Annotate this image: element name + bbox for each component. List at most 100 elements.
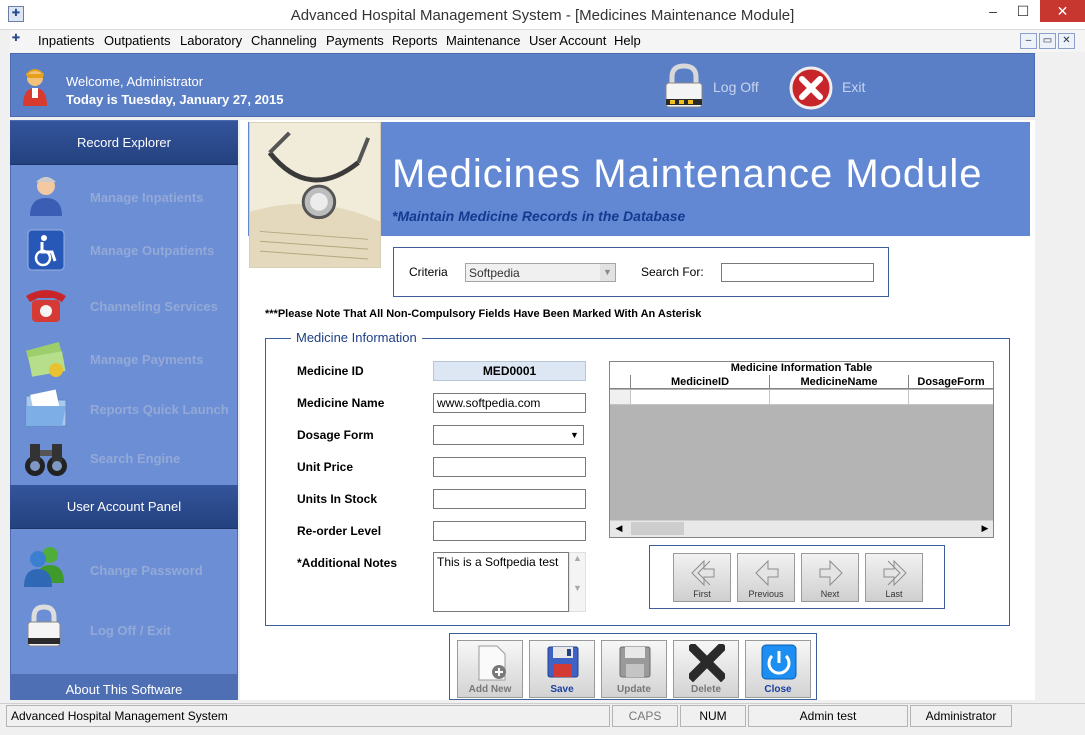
user-account-panel-header: User Account Panel bbox=[10, 485, 238, 529]
medicine-name-input[interactable]: www.softpedia.com bbox=[433, 393, 586, 413]
menu-channeling[interactable]: Channeling bbox=[251, 33, 317, 48]
medicine-information-legend: Medicine Information bbox=[291, 330, 422, 345]
floppy-disk-icon bbox=[547, 646, 579, 678]
delete-button[interactable]: Delete bbox=[673, 640, 739, 698]
arrow-right-icon bbox=[819, 559, 843, 587]
about-software-link[interactable]: About This Software bbox=[10, 674, 238, 700]
new-document-icon bbox=[478, 645, 506, 681]
sidebar-label-reports-quick-launch[interactable]: Reports Quick Launch bbox=[90, 402, 229, 417]
stethoscope-image bbox=[249, 122, 381, 268]
record-explorer-header: Record Explorer bbox=[10, 121, 238, 165]
unit-price-input[interactable] bbox=[433, 457, 586, 477]
medicine-name-label: Medicine Name bbox=[297, 396, 385, 410]
chevron-left-icon[interactable]: ◀ bbox=[612, 521, 626, 536]
additional-notes-label: *Additional Notes bbox=[297, 556, 398, 570]
status-caps: CAPS bbox=[612, 705, 678, 727]
reorder-level-input[interactable] bbox=[433, 521, 586, 541]
double-arrow-right-icon bbox=[883, 559, 907, 587]
module-title: Medicines Maintenance Module bbox=[392, 152, 983, 196]
first-record-button[interactable]: First bbox=[673, 553, 731, 602]
close-button[interactable]: Close bbox=[745, 640, 811, 698]
update-label: Update bbox=[617, 684, 651, 695]
users-icon bbox=[24, 547, 64, 587]
padlock-icon[interactable] bbox=[662, 63, 706, 109]
exit-icon[interactable] bbox=[789, 66, 833, 110]
exit-link[interactable]: Exit bbox=[842, 79, 865, 95]
mdi-restore-button[interactable]: ▭ bbox=[1039, 33, 1056, 49]
medicine-id-label: Medicine ID bbox=[297, 364, 364, 378]
table-cell[interactable] bbox=[631, 390, 770, 405]
today-date-text: Today is Tuesday, January 27, 2015 bbox=[66, 92, 284, 107]
previous-record-button[interactable]: Previous bbox=[737, 553, 795, 602]
add-new-label: Add New bbox=[468, 684, 512, 695]
notes-scrollbar[interactable]: ▲ ▼ bbox=[569, 552, 586, 612]
column-header-dosageform[interactable]: DosageForm bbox=[909, 375, 993, 389]
criteria-label: Criteria bbox=[409, 265, 448, 279]
status-num: NUM bbox=[680, 705, 746, 727]
menu-maintenance[interactable]: Maintenance bbox=[446, 33, 520, 48]
sidebar-label-manage-inpatients[interactable]: Manage Inpatients bbox=[90, 190, 203, 205]
module-subtitle: *Maintain Medicine Records in the Databa… bbox=[392, 208, 686, 224]
table-row-header-corner bbox=[610, 375, 631, 389]
close-window-button[interactable]: ✕ bbox=[1040, 0, 1085, 22]
menu-inpatients[interactable]: Inpatients bbox=[38, 33, 94, 48]
dosage-form-label: Dosage Form bbox=[297, 428, 374, 442]
log-off-link[interactable]: Log Off bbox=[713, 79, 759, 95]
previous-label: Previous bbox=[748, 589, 784, 599]
minimize-button[interactable]: – bbox=[978, 0, 1008, 22]
table-cell[interactable] bbox=[770, 390, 909, 405]
add-new-button[interactable]: Add New bbox=[457, 640, 523, 698]
maximize-button[interactable]: ☐ bbox=[1008, 0, 1038, 22]
menu-laboratory[interactable]: Laboratory bbox=[180, 33, 242, 48]
mdi-minimize-button[interactable]: – bbox=[1020, 33, 1037, 49]
delete-label: Delete bbox=[690, 684, 721, 695]
menu-user-account[interactable]: User Account bbox=[529, 33, 606, 48]
close-label: Close bbox=[764, 684, 792, 695]
update-disk-icon bbox=[619, 646, 651, 678]
administrator-avatar-icon bbox=[23, 69, 47, 106]
right-empty-area bbox=[1035, 120, 1085, 700]
sidebar-label-manage-outpatients[interactable]: Manage Outpatients bbox=[90, 243, 214, 258]
status-app-name: Advanced Hospital Management System bbox=[6, 705, 610, 727]
welcome-text: Welcome, Administrator bbox=[66, 74, 204, 89]
last-label: Last bbox=[885, 589, 903, 599]
dosage-form-select[interactable] bbox=[433, 425, 584, 445]
search-for-input[interactable] bbox=[721, 263, 874, 282]
table-row-selector[interactable] bbox=[610, 390, 631, 405]
next-record-button[interactable]: Next bbox=[801, 553, 859, 602]
sidebar-label-manage-payments[interactable]: Manage Payments bbox=[90, 352, 203, 367]
update-button[interactable]: Update bbox=[601, 640, 667, 698]
menu-outpatients[interactable]: Outpatients bbox=[104, 33, 171, 48]
arrow-left-icon bbox=[755, 559, 779, 587]
criteria-select[interactable]: Softpedia bbox=[465, 263, 616, 282]
menu-reports[interactable]: Reports bbox=[392, 33, 438, 48]
additional-notes-textarea[interactable]: This is a Softpedia test bbox=[433, 552, 569, 612]
chevron-down-icon[interactable]: ▼ bbox=[600, 264, 615, 281]
mdi-child-icon[interactable]: ✚ bbox=[8, 33, 24, 49]
reorder-level-label: Re-order Level bbox=[297, 524, 382, 538]
menu-help[interactable]: Help bbox=[614, 33, 641, 48]
chevron-right-icon[interactable]: ▶ bbox=[978, 521, 992, 536]
scrollbar-thumb[interactable] bbox=[631, 522, 684, 535]
next-label: Next bbox=[820, 589, 840, 599]
mdi-close-button[interactable]: ✕ bbox=[1058, 33, 1075, 49]
menu-payments[interactable]: Payments bbox=[326, 33, 384, 48]
money-icon bbox=[25, 341, 66, 377]
telephone-icon bbox=[26, 290, 66, 322]
sidebar-label-channeling-services[interactable]: Channeling Services bbox=[90, 299, 218, 314]
last-record-button[interactable]: Last bbox=[865, 553, 923, 602]
table-cell[interactable] bbox=[909, 390, 993, 405]
sidebar-label-search-engine[interactable]: Search Engine bbox=[90, 451, 180, 466]
nurse-icon bbox=[30, 177, 62, 216]
sidebar-label-log-off-exit[interactable]: Log Off / Exit bbox=[90, 623, 171, 638]
search-for-label: Search For: bbox=[641, 265, 704, 279]
chevron-down-icon[interactable]: ▼ bbox=[566, 427, 583, 443]
sidebar-label-change-password[interactable]: Change Password bbox=[90, 563, 203, 578]
column-header-medicinename[interactable]: MedicineName bbox=[770, 375, 909, 389]
padlock-icon bbox=[27, 604, 61, 647]
unit-price-label: Unit Price bbox=[297, 460, 354, 474]
column-header-medicineid[interactable]: MedicineID bbox=[631, 375, 770, 389]
medicine-id-field: MED0001 bbox=[433, 361, 586, 381]
units-in-stock-input[interactable] bbox=[433, 489, 586, 509]
save-button[interactable]: Save bbox=[529, 640, 595, 698]
